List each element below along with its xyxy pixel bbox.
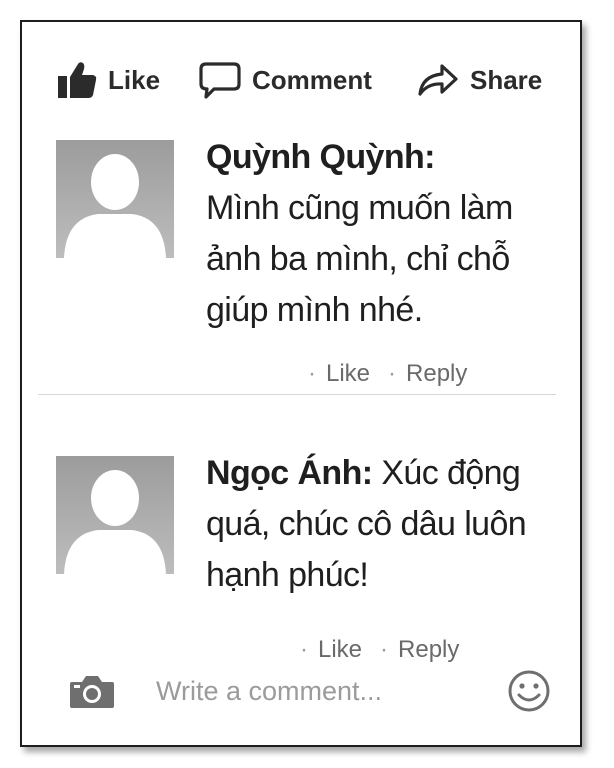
comment-action-button[interactable]: Comment [198,56,372,104]
post-action-bar: Like Comment Share [36,56,556,104]
like-action-label: Like [108,64,161,95]
comment-input[interactable] [154,670,478,712]
thumbs-up-icon [56,60,98,100]
comment-reply-link[interactable]: Reply [398,636,459,663]
smiley-icon[interactable] [506,668,552,719]
comment-body: Ngọc Ánh: Xúc động quá, chúc cô dâu luôn… [206,448,556,601]
speech-bubble-icon [198,60,242,100]
avatar-silhouette-icon [56,456,174,578]
share-action-button[interactable]: Share [416,56,542,104]
comment-action-label: Comment [252,64,372,95]
comment-text-line: Mình cũng muốn làm [206,189,513,227]
comment-author[interactable]: Ngọc Ánh: [206,454,373,492]
comment-composer [60,664,560,720]
comment-text-line: quá, chúc cô dâu luôn [206,505,527,543]
share-action-label: Share [470,64,543,95]
comment-body: Quỳnh Quỳnh: Mình cũng muốn làm ảnh ba m… [206,132,556,336]
like-action-button[interactable]: Like [56,56,160,104]
comment-like-link[interactable]: Like [326,360,370,387]
avatar[interactable] [56,456,174,574]
comment-text-line: hạnh phúc! [206,556,369,594]
share-arrow-icon [416,60,460,100]
comment-author[interactable]: Quỳnh Quỳnh: [206,138,436,176]
comment-actions: · Like · Reply [300,636,460,663]
comment-text-line: Xúc động [372,454,521,492]
avatar[interactable] [56,140,174,258]
avatar-silhouette-icon [56,140,174,262]
comment-text-line: giúp mình nhé. [206,291,423,329]
comment-reply-link[interactable]: Reply [406,360,467,387]
comment-actions: · Like · Reply [308,360,468,387]
comment-like-link[interactable]: Like [318,636,362,663]
camera-icon[interactable] [68,674,116,715]
comment-divider [38,394,556,395]
comment-text-line: ảnh ba mình, chỉ chỗ [206,240,510,278]
